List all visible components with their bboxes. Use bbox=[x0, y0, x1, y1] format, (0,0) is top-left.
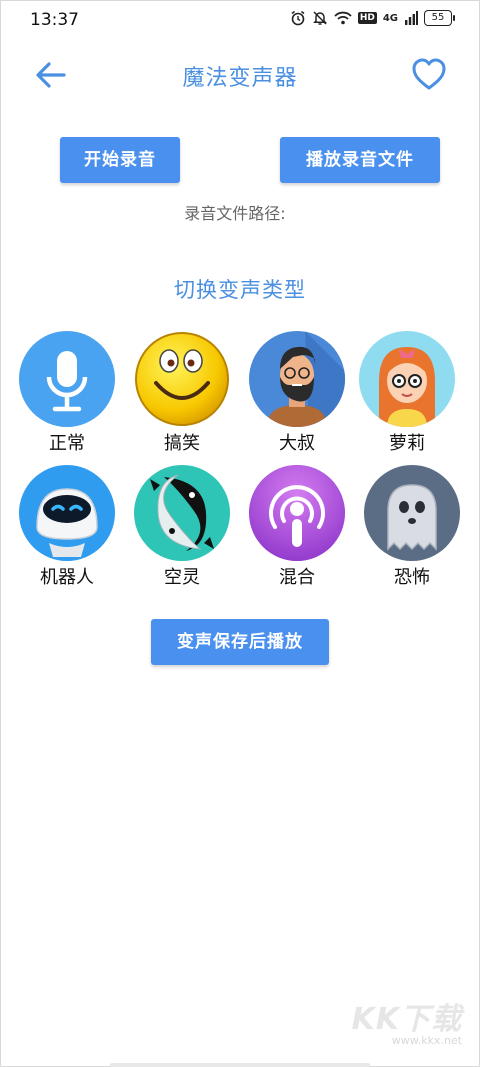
girl-glasses-icon bbox=[359, 331, 455, 427]
voice-label: 大叔 bbox=[279, 433, 315, 454]
voice-option-funny[interactable]: 搞笑 bbox=[132, 331, 232, 455]
watermark-brand: KK下载 bbox=[351, 1002, 462, 1037]
watermark: KK下载 www.kkx.net bbox=[352, 994, 463, 1047]
podcast-icon bbox=[249, 465, 345, 561]
voice-label: 恐怖 bbox=[394, 567, 430, 588]
microphone-icon bbox=[19, 331, 115, 427]
gesture-bar[interactable] bbox=[110, 1063, 370, 1067]
voice-label: 空灵 bbox=[164, 567, 200, 588]
voice-option-normal[interactable]: 正常 bbox=[17, 331, 117, 455]
save-and-play-button[interactable]: 变声保存后播放 bbox=[151, 619, 329, 665]
hd-badge: HD bbox=[357, 12, 377, 24]
laughing-emoji-icon bbox=[134, 331, 230, 427]
mute-bell-icon bbox=[312, 11, 327, 25]
ghost-icon bbox=[364, 465, 460, 561]
status-icons: HD 4G 55 bbox=[290, 10, 455, 26]
record-path-label: 录音文件路径: bbox=[184, 204, 286, 223]
wifi-icon bbox=[334, 11, 352, 25]
page-title: 魔法变声器 bbox=[182, 66, 298, 91]
voice-option-mixed[interactable]: 混合 bbox=[247, 465, 347, 589]
voice-label: 机器人 bbox=[40, 567, 94, 588]
battery-indicator: 55 bbox=[424, 10, 455, 26]
favorite-button[interactable] bbox=[410, 56, 448, 92]
status-time: 13:37 bbox=[30, 10, 79, 30]
voice-option-uncle[interactable]: 大叔 bbox=[247, 331, 347, 455]
heart-icon bbox=[412, 58, 446, 90]
robot-icon bbox=[19, 465, 115, 561]
voice-option-ethereal[interactable]: 空灵 bbox=[132, 465, 232, 589]
voice-label: 搞笑 bbox=[164, 433, 200, 454]
voice-label: 萝莉 bbox=[389, 433, 425, 454]
voice-option-horror[interactable]: 恐怖 bbox=[362, 465, 462, 589]
voice-option-loli[interactable]: 萝莉 bbox=[357, 331, 457, 455]
voice-label: 混合 bbox=[279, 567, 315, 588]
yin-yang-fish-icon bbox=[134, 465, 230, 561]
status-bar: 13:37 HD 4G 55 bbox=[0, 0, 480, 40]
voice-label: 正常 bbox=[49, 433, 85, 454]
bearded-man-icon bbox=[249, 331, 345, 427]
voice-option-robot[interactable]: 机器人 bbox=[17, 465, 117, 589]
start-recording-button[interactable]: 开始录音 bbox=[60, 137, 180, 183]
signal-icon bbox=[405, 11, 418, 25]
section-title: 切换变声类型 bbox=[174, 278, 306, 302]
network-type: 4G bbox=[382, 12, 398, 24]
play-recording-button[interactable]: 播放录音文件 bbox=[280, 137, 440, 183]
alarm-icon bbox=[291, 10, 305, 26]
